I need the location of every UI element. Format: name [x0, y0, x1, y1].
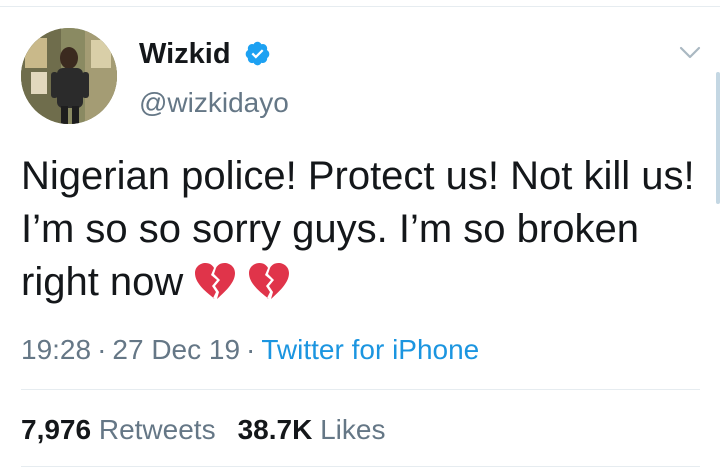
- verified-badge-icon: [245, 41, 270, 66]
- tweet-stats: 7,976 Retweets 38.7K Likes: [21, 412, 385, 448]
- display-name[interactable]: Wizkid: [139, 36, 231, 72]
- tweet-source-link[interactable]: Twitter for iPhone: [261, 334, 479, 365]
- retweets-stat[interactable]: 7,976 Retweets: [21, 414, 216, 445]
- user-handle[interactable]: @wizkidayo: [139, 86, 289, 120]
- divider: [21, 466, 700, 467]
- likes-count: 38.7K: [237, 414, 313, 445]
- tweet-detail-screen: Wizkid @wizkidayo Nigerian police! Prote…: [0, 0, 720, 474]
- scrollbar[interactable]: [716, 72, 720, 204]
- divider: [21, 389, 700, 390]
- top-divider: [0, 6, 720, 7]
- retweets-count: 7,976: [21, 414, 92, 445]
- tweet-meta: 19:28 · 27 Dec 19 · Twitter for iPhone: [21, 332, 479, 368]
- likes-label: Likes: [320, 414, 386, 445]
- broken-heart-icon: [195, 263, 236, 299]
- tweet-date: 27 Dec 19: [112, 334, 241, 365]
- chevron-down-icon[interactable]: [679, 46, 701, 60]
- meta-separator: ·: [97, 334, 107, 365]
- likes-stat[interactable]: 38.7K Likes: [238, 414, 386, 445]
- avatar[interactable]: [21, 28, 117, 124]
- tweet-text: Nigerian police! Protect us! Not kill us…: [21, 154, 695, 304]
- meta-separator: ·: [246, 334, 256, 365]
- tweet-body: Nigerian police! Protect us! Not kill us…: [21, 150, 701, 309]
- retweets-label: Retweets: [98, 414, 216, 445]
- broken-heart-icon: [249, 263, 290, 299]
- tweet-time: 19:28: [21, 334, 92, 365]
